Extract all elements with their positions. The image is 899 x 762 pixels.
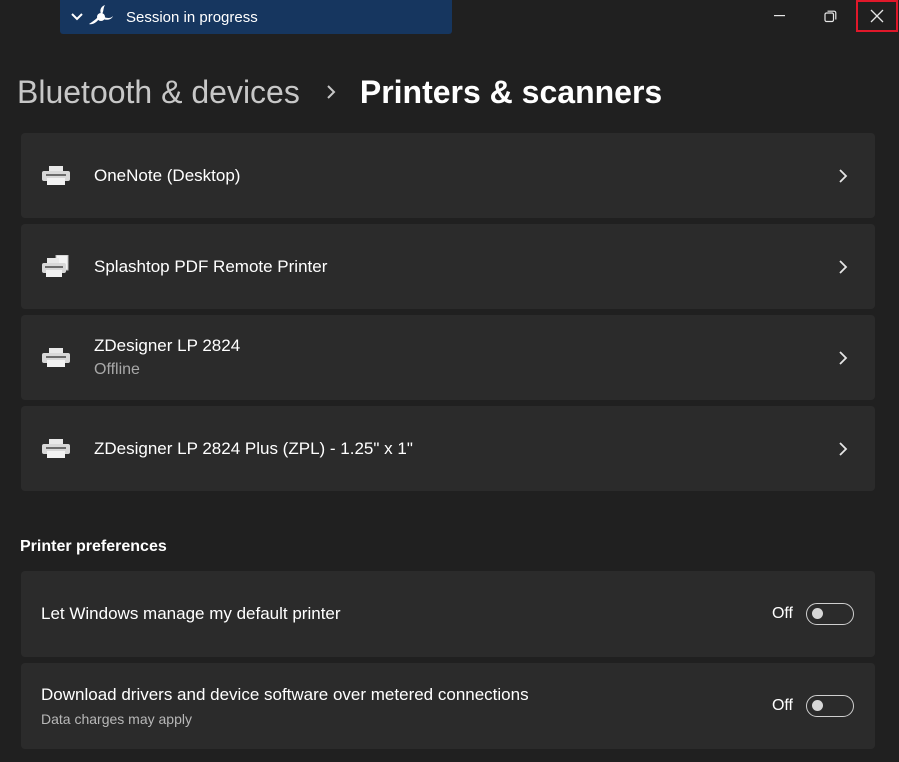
preference-label: Download drivers and device software ove…: [41, 685, 529, 704]
preference-label: Let Windows manage my default printer: [41, 604, 341, 623]
chevron-right-icon: [833, 257, 853, 277]
printer-icon: [41, 254, 71, 279]
chevron-right-icon: [833, 348, 853, 368]
printer-card[interactable]: Splashtop PDF Remote Printer: [21, 224, 875, 309]
printer-icon: [41, 437, 71, 461]
restore-button[interactable]: [805, 0, 856, 32]
section-title: Printer preferences: [20, 538, 167, 555]
breadcrumb: Bluetooth & devices Printers & scanners: [17, 70, 662, 114]
printer-name: Splashtop PDF Remote Printer: [94, 256, 328, 276]
preference-sublabel: Data charges may apply: [41, 711, 192, 727]
minimize-button[interactable]: [754, 0, 805, 32]
page-title: Printers & scanners: [359, 73, 663, 110]
toggle-knob: [812, 608, 823, 619]
close-button[interactable]: [856, 0, 898, 32]
splashtop-logo-icon: [88, 4, 114, 30]
metered-downloads-toggle[interactable]: [806, 695, 854, 717]
printer-icon: [41, 164, 71, 188]
toggle-knob: [812, 700, 823, 711]
default-printer-toggle[interactable]: [806, 603, 854, 625]
settings-window: Session in progress Bluetooth & devices …: [0, 0, 899, 762]
chevron-down-icon[interactable]: [70, 10, 84, 24]
printer-icon: [41, 346, 71, 370]
session-banner[interactable]: Session in progress: [60, 0, 452, 34]
printer-name: ZDesigner LP 2824 Plus (ZPL) - 1.25" x 1…: [94, 438, 413, 458]
printer-card[interactable]: ZDesigner LP 2824 Offline: [21, 315, 875, 400]
printer-name: OneNote (Desktop): [94, 165, 241, 185]
preferences-list: Let Windows manage my default printer Of…: [21, 571, 875, 755]
printer-status: Offline: [94, 361, 140, 378]
minimize-icon: [773, 15, 785, 17]
printer-card[interactable]: OneNote (Desktop): [21, 133, 875, 218]
close-icon: [870, 9, 884, 23]
window-controls: [754, 0, 899, 32]
chevron-right-icon: [833, 439, 853, 459]
preference-row-default-printer: Let Windows manage my default printer Of…: [21, 571, 875, 657]
toggle-state-text: Off: [771, 605, 793, 622]
preference-row-metered-downloads: Download drivers and device software ove…: [21, 663, 875, 749]
toggle-state-text: Off: [771, 697, 793, 714]
breadcrumb-chevron-icon: [320, 81, 342, 103]
printer-name: ZDesigner LP 2824: [94, 336, 241, 355]
printer-card[interactable]: ZDesigner LP 2824 Plus (ZPL) - 1.25" x 1…: [21, 406, 875, 491]
session-status-text: Session in progress: [126, 8, 258, 26]
restore-icon: [824, 10, 837, 22]
printer-list: OneNote (Desktop) Splashtop PDF Remote P…: [21, 133, 875, 497]
breadcrumb-parent-link[interactable]: Bluetooth & devices: [17, 74, 300, 111]
chevron-right-icon: [833, 166, 853, 186]
